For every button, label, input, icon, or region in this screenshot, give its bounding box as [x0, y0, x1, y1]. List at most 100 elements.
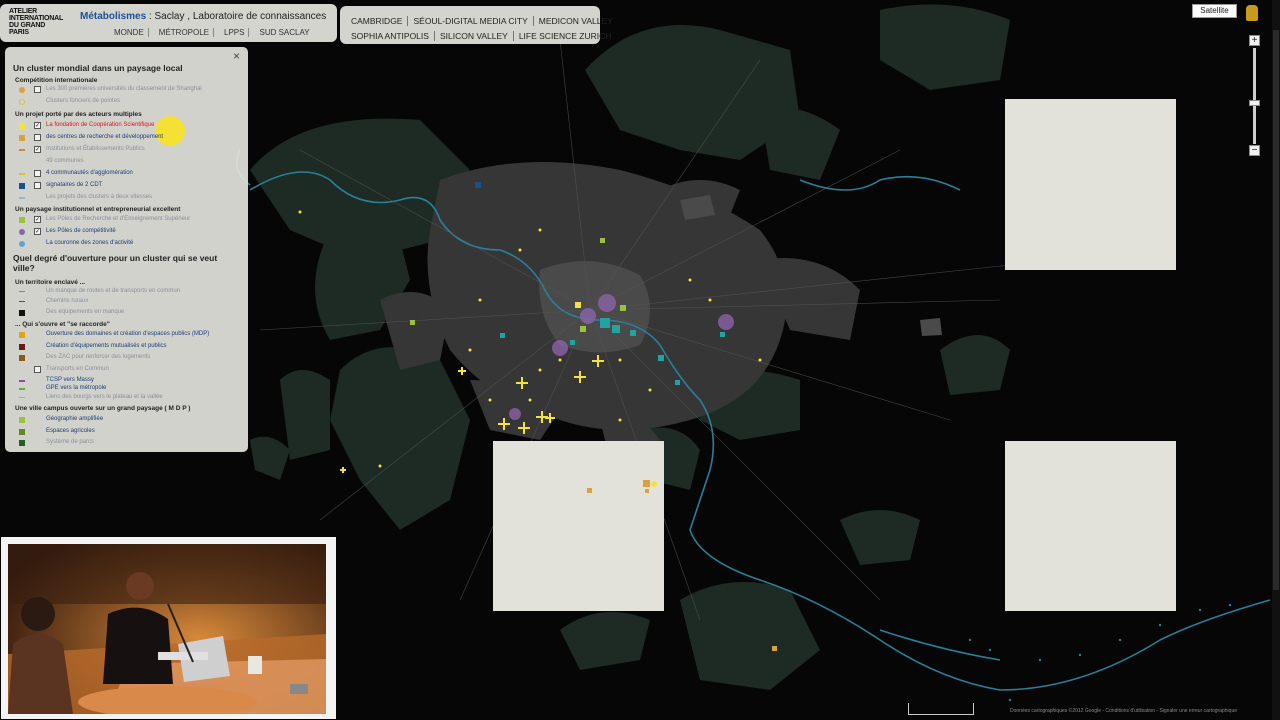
scale-bar: [908, 703, 974, 715]
legend-item[interactable]: Des ZAC pour renforcer des logements: [15, 353, 245, 363]
legend-item[interactable]: Système de parcs: [15, 438, 245, 448]
legend-item[interactable]: Liens des bourgs vers le plateau et la v…: [15, 393, 245, 403]
legend-section-title: Un cluster mondial dans un paysage local: [13, 63, 183, 73]
nav-metropole[interactable]: MÉTROPOLE: [155, 28, 215, 37]
zoom-slider[interactable]: [1253, 48, 1256, 144]
checkbox[interactable]: [34, 366, 41, 373]
cluster-link-medicon[interactable]: MEDICON VALLEY: [534, 16, 618, 26]
legend-item-label: des centres de recherche et développemen…: [46, 134, 164, 140]
legend-item[interactable]: Des équipements en manque: [15, 308, 245, 318]
checkbox[interactable]: [34, 86, 41, 93]
legend-item[interactable]: ✓ Institutions et Établissements Publics: [15, 145, 245, 155]
legend-item-label: Système de parcs: [46, 439, 95, 445]
nav-lpps[interactable]: LPPS: [220, 28, 250, 37]
line-icon: [19, 173, 25, 175]
legend-item-label: signataires de 2 CDT: [46, 182, 103, 188]
cluster-link-seoul[interactable]: SÉOUL-DIGITAL MEDIA CITY: [408, 16, 534, 26]
zoom-out-button[interactable]: −: [1249, 145, 1260, 156]
cluster-link-zurich[interactable]: LIFE SCIENCE ZURICH: [514, 31, 617, 41]
legend-item-label: 4 communautés d'agglomération: [46, 170, 133, 176]
legend-group-title: Un paysage institutionnel et entrepreneu…: [15, 206, 181, 213]
scrollbar-thumb[interactable]: [1273, 30, 1279, 590]
site-header: ATELIER INTERNATIONAL DU GRAND PARIS Mét…: [0, 4, 337, 42]
legend-item[interactable]: signataires de 2 CDT: [15, 181, 245, 191]
lecture-video[interactable]: [8, 544, 326, 714]
legend-item-label: Un manque de routes et de transports en …: [46, 288, 181, 294]
legend-item[interactable]: Les projets des clusters à deux vitesses: [15, 193, 245, 203]
checkbox[interactable]: ✓: [34, 216, 41, 223]
checkbox[interactable]: ✓: [34, 228, 41, 235]
circle-icon: [19, 99, 25, 105]
legend-item[interactable]: Espaces agricoles: [15, 427, 245, 437]
line-icon: [19, 388, 25, 390]
zoom-in-button[interactable]: +: [1249, 35, 1260, 46]
legend-item-label: Transports en Commun: [46, 366, 109, 372]
legend-item-label: Les Pôles de compétitivité: [46, 228, 116, 234]
checkbox[interactable]: [34, 182, 41, 189]
legend-item-label: TCSP vers Massy: [46, 377, 94, 383]
legend-group-title: Compétition internationale: [15, 77, 98, 84]
nav-monde[interactable]: MONDE: [110, 28, 149, 37]
pegman-icon[interactable]: [1246, 5, 1258, 21]
legend-item[interactable]: 4 communautés d'agglomération: [15, 169, 245, 179]
legend-item[interactable]: ✓ Les Pôles de Recherche et d'Enseigneme…: [15, 215, 245, 225]
video-scene: [8, 544, 326, 714]
cluster-link-cambridge[interactable]: CAMBRIDGE: [346, 16, 409, 26]
dash-icon: [19, 397, 25, 398]
square-icon: [19, 332, 25, 338]
image-placeholder: [493, 441, 664, 611]
cluster-link-sophia[interactable]: SOPHIA ANTIPOLIS: [346, 31, 435, 41]
checkbox[interactable]: [34, 134, 41, 141]
cluster-link-silicon-valley[interactable]: SILICON VALLEY: [435, 31, 514, 41]
legend-item[interactable]: ✓ La fondation de Coopération Scientifiq…: [15, 121, 245, 131]
legend-item[interactable]: Création d'équipements mutualisés et pub…: [15, 342, 245, 352]
legend-item-label: Institutions et Établissements Publics: [46, 146, 145, 152]
square-icon: [19, 217, 25, 223]
map-viewport[interactable]: ATELIER INTERNATIONAL DU GRAND PARIS Mét…: [0, 0, 1280, 720]
legend-item-label: Ouverture des domaines et création d'esp…: [46, 331, 210, 337]
legend-item[interactable]: Clusters fonciers de pointes: [15, 97, 245, 107]
nav-sud-saclay[interactable]: SUD SACLAY: [255, 28, 313, 37]
image-placeholder: [1005, 441, 1176, 611]
atelier-logo[interactable]: ATELIER INTERNATIONAL DU GRAND PARIS: [9, 8, 71, 36]
close-icon[interactable]: ×: [233, 49, 240, 63]
cluster-row: SOPHIA ANTIPOLIS SILICON VALLEY LIFE SCI…: [346, 31, 616, 41]
checkbox[interactable]: [34, 170, 41, 177]
legend-section-title: Quel degré d'ouverture pour un cluster q…: [13, 253, 218, 273]
legend-group-title: ... Qui s'ouvre et "se raccorde": [15, 321, 110, 328]
line-icon: [19, 197, 25, 199]
page-title: Métabolismes : Saclay , Laboratoire de c…: [80, 11, 326, 22]
legend-item[interactable]: 49 communes: [15, 157, 245, 167]
legend-item-label: Géographie amplifiée: [46, 416, 104, 422]
legend-item[interactable]: Ouverture des domaines et création d'esp…: [15, 330, 245, 340]
legend-item[interactable]: Les 300 premières universités du classem…: [15, 85, 245, 95]
legend-item[interactable]: La couronne des zones d'activité: [15, 239, 245, 249]
legend-item-label: GPE vers la métropole: [46, 385, 107, 391]
legend-group-title: Un projet porté par des acteurs multiple…: [15, 111, 142, 118]
title-accent: Métabolismes: [80, 11, 147, 22]
map-attribution[interactable]: Données cartographiques ©2012 Google - C…: [1010, 708, 1237, 714]
square-icon: [19, 429, 25, 435]
line-icon: [19, 380, 25, 382]
legend-item-label: Les 300 premières universités du classem…: [46, 86, 202, 92]
legend-item[interactable]: ✓ Les Pôles de compétitivité: [15, 227, 245, 237]
satellite-button[interactable]: Satellite: [1192, 4, 1237, 18]
checkbox[interactable]: ✓: [34, 146, 41, 153]
dash-icon: [19, 301, 25, 302]
legend-item-label: Des équipements en manque: [46, 309, 125, 315]
legend-item-label: Création d'équipements mutualisés et pub…: [46, 343, 167, 349]
legend-item-label: Espaces agricoles: [46, 428, 95, 434]
checkbox[interactable]: ✓: [34, 122, 41, 129]
square-icon: [19, 135, 25, 141]
legend-item-label: Clusters fonciers de pointes: [46, 98, 121, 104]
legend-item-label: La couronne des zones d'activité: [46, 240, 134, 246]
legend-item[interactable]: Transports en Commun: [15, 365, 245, 375]
legend-item[interactable]: Chemins ruraux: [15, 297, 245, 307]
legend-item-label: 49 communes: [46, 158, 84, 164]
legend-item[interactable]: Un manque de routes et de transports en …: [15, 287, 245, 297]
legend-item[interactable]: des centres de recherche et développemen…: [15, 133, 245, 143]
zoom-handle[interactable]: [1249, 100, 1260, 106]
legend-item[interactable]: Géographie amplifiée: [15, 415, 245, 425]
cluster-links: CAMBRIDGE SÉOUL-DIGITAL MEDIA CITY MEDIC…: [340, 6, 613, 44]
legend-item-label: Chemins ruraux: [46, 298, 89, 304]
